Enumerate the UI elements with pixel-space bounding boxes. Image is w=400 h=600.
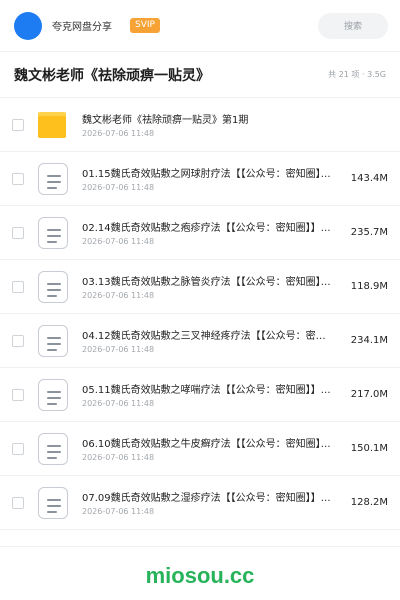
document-icon xyxy=(38,432,68,465)
folder-icon xyxy=(38,109,68,141)
file-info: 魏文彬老师《祛除顽痹一贴灵》第1期 2026-07-06 11:48 xyxy=(82,111,400,138)
folder-title-bar: 魏文彬老师《祛除顽痹一贴灵》 共 21 项 · 3.5G xyxy=(0,52,400,98)
select-checkbox[interactable] xyxy=(12,118,24,131)
document-icon-shape xyxy=(38,216,68,249)
file-size: 128.2M xyxy=(350,497,388,508)
document-icon-shape xyxy=(38,324,68,357)
file-size: 143.4M xyxy=(350,173,388,184)
file-row[interactable]: 魏文彬老师《祛除顽痹一贴灵》第1期 2026-07-06 11:48 xyxy=(0,98,400,152)
footer-divider xyxy=(0,546,400,547)
file-size: 217.0M xyxy=(350,389,388,400)
top-bar: 夸克网盘分享 SVIP 搜索 xyxy=(0,0,400,52)
file-info: 07.09魏氏奇效贴敷之湿疹疗法【【公众号：密知圈】】.mp4 2026-07-0… xyxy=(82,489,332,516)
folder-icon-shape xyxy=(38,111,66,138)
file-date: 2026-07-06 11:48 xyxy=(82,129,155,138)
file-name[interactable]: 07.09魏氏奇效贴敷之湿疹疗法【【公众号：密知圈】】.mp4 xyxy=(82,489,332,504)
file-name[interactable]: 魏文彬老师《祛除顽痹一贴灵》第1期 xyxy=(82,111,400,126)
select-checkbox[interactable] xyxy=(12,496,24,509)
file-row[interactable]: 04.12魏氏奇效贴敷之三叉神经疼疗法【【公众号：密知圈】】.mp4 2026-0… xyxy=(0,314,400,368)
file-date: 2026-07-06 11:48 xyxy=(82,345,155,354)
file-name[interactable]: 02.14魏氏奇效贴敷之疱疹疗法【【公众号：密知圈】】.mp4 xyxy=(82,219,332,234)
file-row[interactable]: 03.13魏氏奇效贴敷之脉管炎疗法【【公众号：密知圈】】.mp4 2026-07-… xyxy=(0,260,400,314)
document-icon-shape xyxy=(38,432,68,465)
file-name[interactable]: 01.15魏氏奇效贴敷之网球肘疗法【【公众号：密知圈】】.mp4 xyxy=(82,165,332,180)
document-icon xyxy=(38,486,68,519)
file-size: 150.1M xyxy=(350,443,388,454)
document-icon xyxy=(38,216,68,249)
file-size: 235.7M xyxy=(350,227,388,238)
file-date: 2026-07-06 11:48 xyxy=(82,291,155,300)
file-date: 2026-07-06 11:48 xyxy=(82,399,155,408)
document-icon xyxy=(38,162,68,195)
file-name[interactable]: 04.12魏氏奇效贴敷之三叉神经疼疗法【【公众号：密知圈】】.mp4 xyxy=(82,327,332,342)
document-icon-shape xyxy=(38,162,68,195)
file-row[interactable]: 07.09魏氏奇效贴敷之湿疹疗法【【公众号：密知圈】】.mp4 2026-07-0… xyxy=(0,476,400,530)
file-date: 2026-07-06 11:48 xyxy=(82,453,155,462)
select-checkbox[interactable] xyxy=(12,388,24,401)
folder-meta: 共 21 项 · 3.5G xyxy=(328,70,386,79)
file-date: 2026-07-06 11:48 xyxy=(82,507,155,516)
document-icon-shape xyxy=(38,378,68,411)
search-input[interactable]: 搜索 xyxy=(318,12,388,39)
select-checkbox[interactable] xyxy=(12,334,24,347)
select-checkbox[interactable] xyxy=(12,442,24,455)
select-checkbox[interactable] xyxy=(12,280,24,293)
file-list: 魏文彬老师《祛除顽痹一贴灵》第1期 2026-07-06 11:48 01.15魏氏… xyxy=(0,98,400,530)
document-icon xyxy=(38,324,68,357)
document-icon xyxy=(38,378,68,411)
site-watermark: miosou.cc xyxy=(145,563,255,588)
select-checkbox[interactable] xyxy=(12,172,24,185)
file-info: 01.15魏氏奇效贴敷之网球肘疗法【【公众号：密知圈】】.mp4 2026-07-… xyxy=(82,165,332,192)
file-row[interactable]: 06.10魏氏奇效贴敷之牛皮癣疗法【【公众号：密知圈】】.mp4 2026-07-… xyxy=(0,422,400,476)
sharer-name[interactable]: 夸克网盘分享 xyxy=(52,18,112,33)
file-row[interactable]: 05.11魏氏奇效贴敷之哮喘疗法【【公众号：密知圈】】.mp4 2026-07-0… xyxy=(0,368,400,422)
document-icon-shape xyxy=(38,270,68,303)
file-size: 234.1M xyxy=(350,335,388,346)
page-title: 魏文彬老师《祛除顽痹一贴灵》 xyxy=(14,67,210,84)
file-name[interactable]: 06.10魏氏奇效贴敷之牛皮癣疗法【【公众号：密知圈】】.mp4 xyxy=(82,435,332,450)
file-info: 03.13魏氏奇效贴敷之脉管炎疗法【【公众号：密知圈】】.mp4 2026-07-… xyxy=(82,273,332,300)
file-row[interactable]: 01.15魏氏奇效贴敷之网球肘疗法【【公众号：密知圈】】.mp4 2026-07-… xyxy=(0,152,400,206)
svip-badge: SVIP xyxy=(130,18,160,33)
document-icon xyxy=(38,270,68,303)
file-name[interactable]: 03.13魏氏奇效贴敷之脉管炎疗法【【公众号：密知圈】】.mp4 xyxy=(82,273,332,288)
select-checkbox[interactable] xyxy=(12,226,24,239)
sharer-avatar[interactable] xyxy=(14,11,42,40)
document-icon-shape xyxy=(38,486,68,519)
file-name[interactable]: 05.11魏氏奇效贴敷之哮喘疗法【【公众号：密知圈】】.mp4 xyxy=(82,381,332,396)
file-info: 02.14魏氏奇效贴敷之疱疹疗法【【公众号：密知圈】】.mp4 2026-07-0… xyxy=(82,219,332,246)
file-date: 2026-07-06 11:48 xyxy=(82,183,155,192)
file-date: 2026-07-06 11:48 xyxy=(82,237,155,246)
file-row[interactable]: 02.14魏氏奇效贴敷之疱疹疗法【【公众号：密知圈】】.mp4 2026-07-0… xyxy=(0,206,400,260)
file-info: 04.12魏氏奇效贴敷之三叉神经疼疗法【【公众号：密知圈】】.mp4 2026-0… xyxy=(82,327,332,354)
file-info: 05.11魏氏奇效贴敷之哮喘疗法【【公众号：密知圈】】.mp4 2026-07-0… xyxy=(82,381,332,408)
search-placeholder: 搜索 xyxy=(343,22,362,32)
file-info: 06.10魏氏奇效贴敷之牛皮癣疗法【【公众号：密知圈】】.mp4 2026-07-… xyxy=(82,435,332,462)
file-size: 118.9M xyxy=(350,281,388,292)
